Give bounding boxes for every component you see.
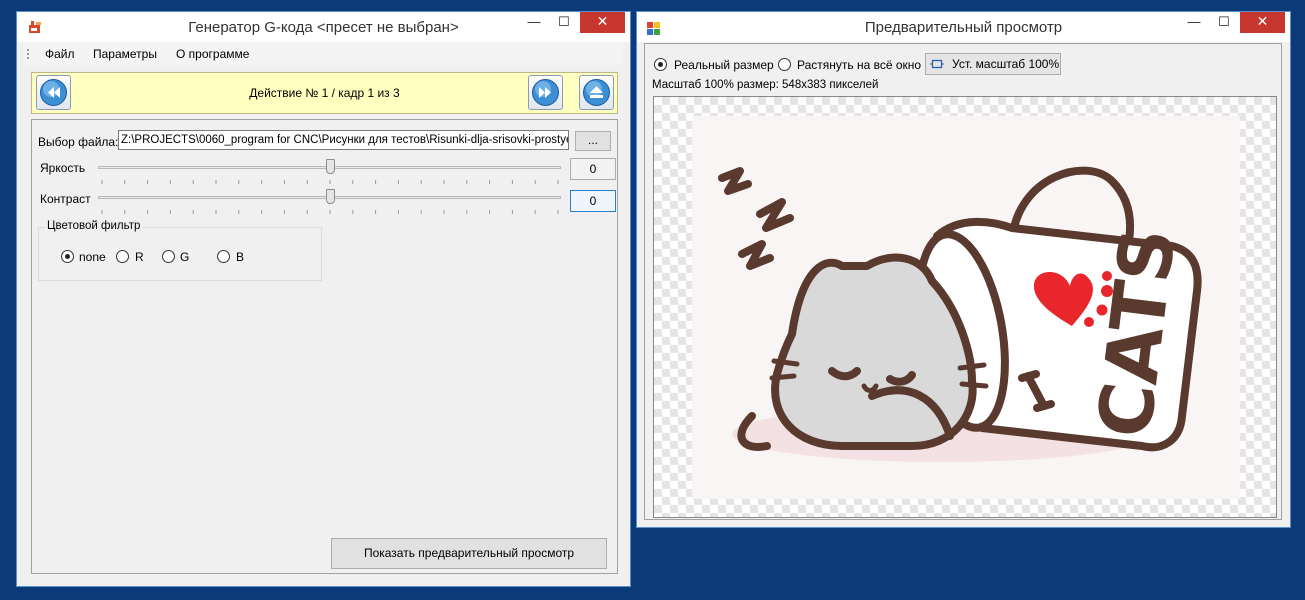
close-button[interactable]: ✕: [580, 12, 625, 33]
menu-grip: [27, 49, 31, 59]
color-filter-group: Цветовой фильтр none R G B: [38, 220, 322, 281]
menu-file[interactable]: Файл: [45, 47, 75, 61]
filter-g-label: G: [180, 250, 190, 264]
eject-button[interactable]: [579, 75, 614, 110]
fast-forward-icon: [532, 79, 559, 106]
file-path-field[interactable]: Z:\PROJECTS\0060_program for CNC\Рисунки…: [118, 130, 569, 150]
filter-b-label: B: [236, 250, 245, 264]
filter-r-radio[interactable]: [116, 250, 129, 263]
stretch-label: Растянуть на всё окно: [797, 58, 922, 72]
maximize-button[interactable]: ☐: [550, 12, 578, 33]
settings-panel: Выбор файла: Z:\PROJECTS\0060_program fo…: [31, 119, 618, 574]
browse-button[interactable]: ...: [575, 131, 611, 151]
next-button[interactable]: [528, 75, 563, 110]
brightness-ticks: [101, 180, 559, 184]
filter-none-label: none: [79, 250, 106, 264]
resize-icon: [930, 59, 944, 69]
real-size-label: Реальный размер: [674, 58, 774, 72]
preview-close-button[interactable]: ✕: [1240, 12, 1285, 33]
zoom-100-label: Уст. масштаб 100%: [952, 57, 1060, 71]
zoom-100-button[interactable]: Уст. масштаб 100%: [925, 53, 1061, 75]
mug-letter-i-bottom: [1033, 400, 1055, 412]
minimize-button[interactable]: —: [520, 12, 548, 33]
menu-bar: Файл Параметры О программе: [24, 43, 623, 65]
mug-letter-i-top: [1018, 370, 1040, 382]
real-size-radio[interactable]: [654, 58, 667, 71]
eject-icon: [583, 79, 610, 106]
filter-g-radio[interactable]: [162, 250, 175, 263]
paw-pad-3: [1084, 317, 1094, 327]
whisker-1: [771, 358, 800, 367]
preview-minimize-button[interactable]: —: [1180, 12, 1208, 33]
contrast-label: Контраст: [40, 192, 91, 206]
stretch-radio[interactable]: [778, 58, 791, 71]
gcode-generator-window: Генератор G-кода <пресет не выбран> — ☐ …: [17, 12, 630, 586]
contrast-thumb[interactable]: [325, 189, 335, 204]
preview-window: Предварительный просмотр — ☐ ✕ Реальный …: [637, 12, 1290, 527]
contrast-value[interactable]: 0: [570, 190, 616, 212]
preview-panel: Реальный размер Растянуть на всё окно Ус…: [644, 43, 1282, 520]
brightness-label: Яркость: [40, 161, 86, 175]
whisker-2: [769, 373, 797, 381]
menu-about[interactable]: О программе: [176, 47, 249, 61]
navigation-bar: Действие № 1 / кадр 1 из 3: [31, 72, 618, 114]
whisker-4: [959, 381, 989, 389]
image-canvas: CATS: [653, 96, 1277, 518]
contrast-ticks: [101, 210, 559, 214]
whisker-3: [957, 362, 987, 371]
brightness-value[interactable]: 0: [570, 158, 616, 180]
filter-b-radio[interactable]: [217, 250, 230, 263]
file-label: Выбор файла:: [38, 135, 119, 149]
filter-r-label: R: [135, 250, 144, 264]
preview-title-bar[interactable]: Предварительный просмотр — ☐ ✕: [637, 12, 1290, 42]
filter-none-radio[interactable]: [61, 250, 74, 263]
show-preview-button[interactable]: Показать предварительный просмотр: [331, 538, 607, 569]
preview-maximize-button[interactable]: ☐: [1210, 12, 1238, 33]
sleeping-cat-picture: CATS: [692, 116, 1240, 499]
brightness-thumb[interactable]: [325, 159, 335, 174]
menu-parameters[interactable]: Параметры: [93, 47, 157, 61]
color-filter-title: Цветовой фильтр: [45, 220, 143, 232]
title-bar[interactable]: Генератор G-кода <пресет не выбран> — ☐ …: [17, 12, 630, 42]
scale-info: Масштаб 100% размер: 548x383 пикселей: [652, 79, 879, 91]
